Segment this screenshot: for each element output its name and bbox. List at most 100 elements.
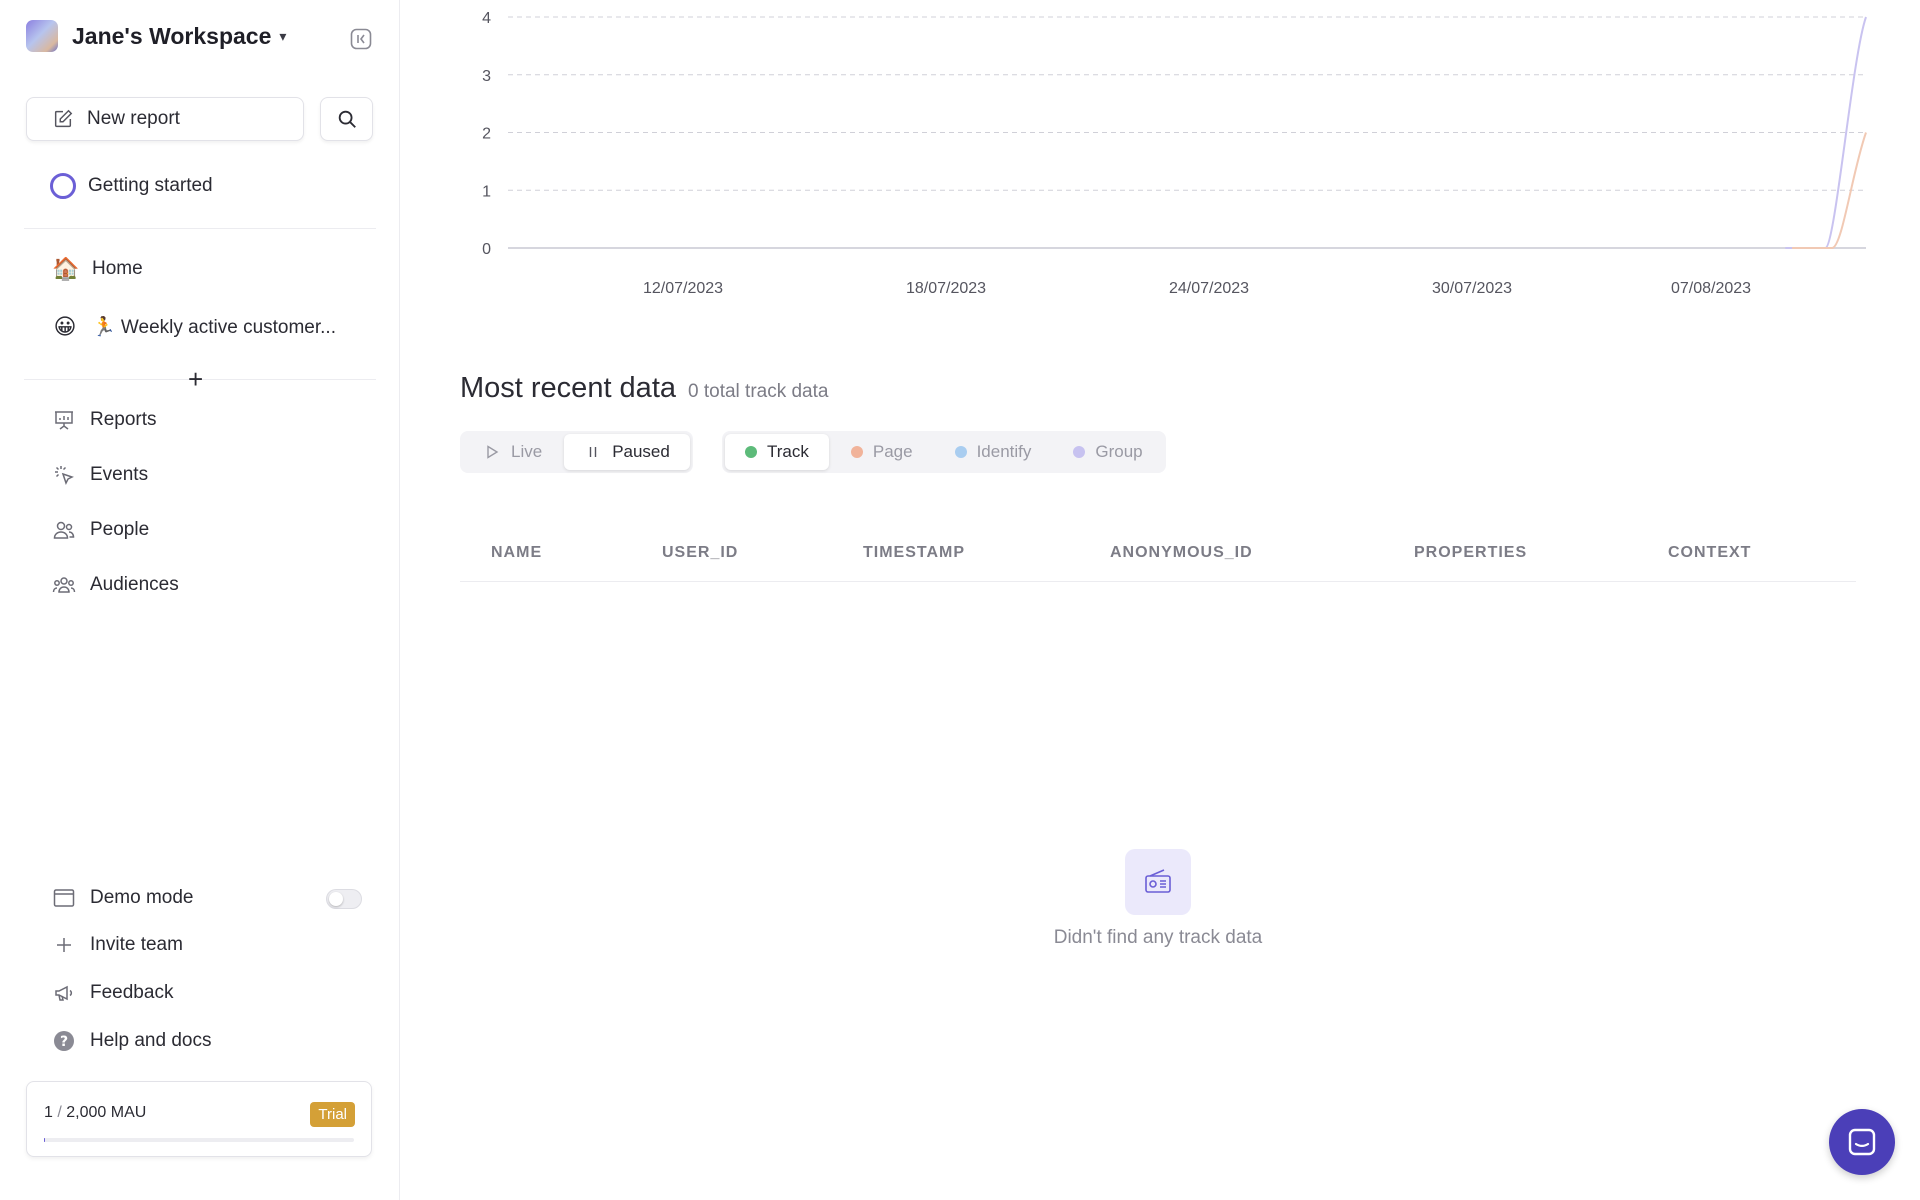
tab-group[interactable]: Group <box>1053 434 1162 470</box>
app-root: Jane's Workspace ▾ New report Getting st… <box>0 0 1920 1200</box>
getting-started-label: Getting started <box>88 175 213 196</box>
empty-state-message: Didn't find any track data <box>1053 927 1263 948</box>
identify-dot-icon <box>954 446 967 458</box>
series-line-1 <box>1792 132 1867 249</box>
mau-usage-card[interactable]: 1 / 2,000 MAU Trial <box>26 1081 372 1157</box>
data-table-header: NAME USER_ID TIMESTAMP ANONYMOUS_ID PROP… <box>460 530 1856 582</box>
workspace-switcher[interactable]: Jane's Workspace ▾ <box>26 20 286 52</box>
pause-icon <box>584 443 602 461</box>
tab-paused[interactable]: Paused <box>564 434 690 470</box>
getting-started-link[interactable]: Getting started <box>50 173 213 199</box>
sidebar-divider <box>24 228 376 229</box>
trial-badge: Trial <box>310 1102 355 1127</box>
sidebar-item-label: Audiences <box>90 574 179 595</box>
y-tick-label: 4 <box>482 10 491 27</box>
column-name[interactable]: NAME <box>491 544 542 562</box>
sidebar-item-label: 🏃 Weekly active customer... <box>92 317 336 338</box>
tab-page[interactable]: Page <box>831 434 933 470</box>
stream-mode-toggle: Live Paused <box>460 431 693 473</box>
sidebar-item-feedback[interactable]: Feedback <box>52 981 173 1005</box>
x-tick-label: 18/07/2023 <box>906 280 986 297</box>
demo-mode-toggle[interactable] <box>326 889 362 909</box>
column-user-id[interactable]: USER_ID <box>662 544 738 562</box>
y-tick-label: 3 <box>482 68 491 85</box>
workspace-avatar <box>26 20 58 52</box>
recent-data-title: Most recent data <box>460 372 676 404</box>
house-emoji-icon: 🏠 <box>52 256 80 281</box>
sidebar-item-reports[interactable]: Reports <box>52 408 157 432</box>
toggle-knob <box>329 892 343 906</box>
recent-data-header: Most recent data 0 total track data <box>460 372 828 405</box>
y-tick-label: 2 <box>482 126 491 143</box>
workspace-name: Jane's Workspace <box>72 22 272 49</box>
people-icon <box>52 518 76 542</box>
sidebar: Jane's Workspace ▾ New report Getting st… <box>0 0 400 1200</box>
collapse-sidebar-icon[interactable] <box>349 27 373 51</box>
track-dot-icon <box>745 446 757 458</box>
mau-total: 2,000 MAU <box>66 1104 147 1121</box>
sidebar-item-label: Home <box>92 258 143 279</box>
edit-icon <box>51 107 75 131</box>
chat-icon <box>1848 1128 1876 1156</box>
sidebar-item-invite-team[interactable]: Invite team <box>52 933 183 957</box>
chevron-down-icon: ▾ <box>279 27 287 44</box>
tab-track-label: Track <box>767 442 809 461</box>
sidebar-item-label: Feedback <box>90 982 174 1003</box>
sidebar-item-label: Help and docs <box>90 1030 212 1051</box>
events-line-chart: 0 1 2 3 4 12/07/2023 18/07/2023 24/07/2023 30/07… <box>482 10 1867 297</box>
sidebar-item-label: Invite team <box>90 934 183 955</box>
x-tick-label: 30/07/2023 <box>1432 280 1512 297</box>
tab-identify-label: Identify <box>976 442 1032 461</box>
column-properties[interactable]: PROPERTIES <box>1414 544 1527 562</box>
sidebar-item-label: People <box>90 519 150 540</box>
x-tick-label: 24/07/2023 <box>1169 280 1249 297</box>
chat-support-button[interactable] <box>1829 1109 1895 1175</box>
column-context[interactable]: CONTEXT <box>1668 544 1751 562</box>
page-dot-icon <box>850 446 863 458</box>
add-pinned-report-button[interactable]: + <box>188 366 203 392</box>
y-tick-label: 0 <box>482 241 491 258</box>
column-timestamp[interactable]: TIMESTAMP <box>863 544 965 562</box>
y-tick-label: 1 <box>482 183 491 200</box>
x-tick-label: 07/08/2023 <box>1671 280 1751 297</box>
sidebar-item-label: Demo mode <box>90 887 194 908</box>
svg-text:?: ? <box>60 1034 68 1050</box>
mau-separator: / <box>52 1104 67 1121</box>
plus-icon <box>52 933 76 957</box>
sidebar-item-label: Reports <box>90 409 157 430</box>
mau-usage-text: 1 / 2,000 MAU <box>44 1104 146 1122</box>
new-report-button[interactable]: New report <box>26 97 304 141</box>
sidebar-item-home[interactable]: 🏠 Home <box>52 256 143 282</box>
smile-emoji-icon: 😀 <box>53 314 77 339</box>
megaphone-icon <box>52 981 76 1005</box>
tab-identify[interactable]: Identify <box>935 434 1052 470</box>
new-report-label: New report <box>87 108 180 129</box>
audience-group-icon <box>52 573 76 597</box>
help-circle-icon: ? <box>52 1029 76 1053</box>
sparkle-cursor-icon <box>52 463 76 487</box>
mau-used: 1 <box>44 1104 53 1121</box>
sidebar-item-events[interactable]: Events <box>52 463 148 487</box>
tab-live-label: Live <box>511 442 543 461</box>
sidebar-item-label: Events <box>90 464 149 485</box>
group-dot-icon <box>1073 446 1086 458</box>
window-icon <box>52 886 76 910</box>
sidebar-item-weekly-active-customers[interactable]: 😀 🏃 Weekly active customer... <box>52 314 336 340</box>
sidebar-item-demo-mode[interactable]: Demo mode <box>52 886 194 910</box>
event-type-tabs: Track Page Identify Group <box>722 431 1166 473</box>
tab-live[interactable]: Live <box>463 434 562 470</box>
sidebar-item-people[interactable]: People <box>52 518 149 542</box>
sidebar-item-audiences[interactable]: Audiences <box>52 573 179 597</box>
progress-ring-icon <box>50 173 76 199</box>
tab-track[interactable]: Track <box>725 434 829 470</box>
column-anonymous-id[interactable]: ANONYMOUS_ID <box>1110 544 1253 562</box>
recent-data-count: 0 total track data <box>688 381 829 402</box>
search-button[interactable] <box>320 97 373 141</box>
mau-progress-bar <box>44 1138 354 1142</box>
play-icon <box>483 443 501 461</box>
tab-group-label: Group <box>1095 442 1143 461</box>
main-content: 0 1 2 3 4 12/07/2023 18/07/2023 24/07/2023 30/07… <box>400 0 1920 1200</box>
radio-icon <box>1125 849 1191 915</box>
tab-paused-label: Paused <box>612 442 670 461</box>
sidebar-item-help-and-docs[interactable]: ? Help and docs <box>52 1029 211 1053</box>
